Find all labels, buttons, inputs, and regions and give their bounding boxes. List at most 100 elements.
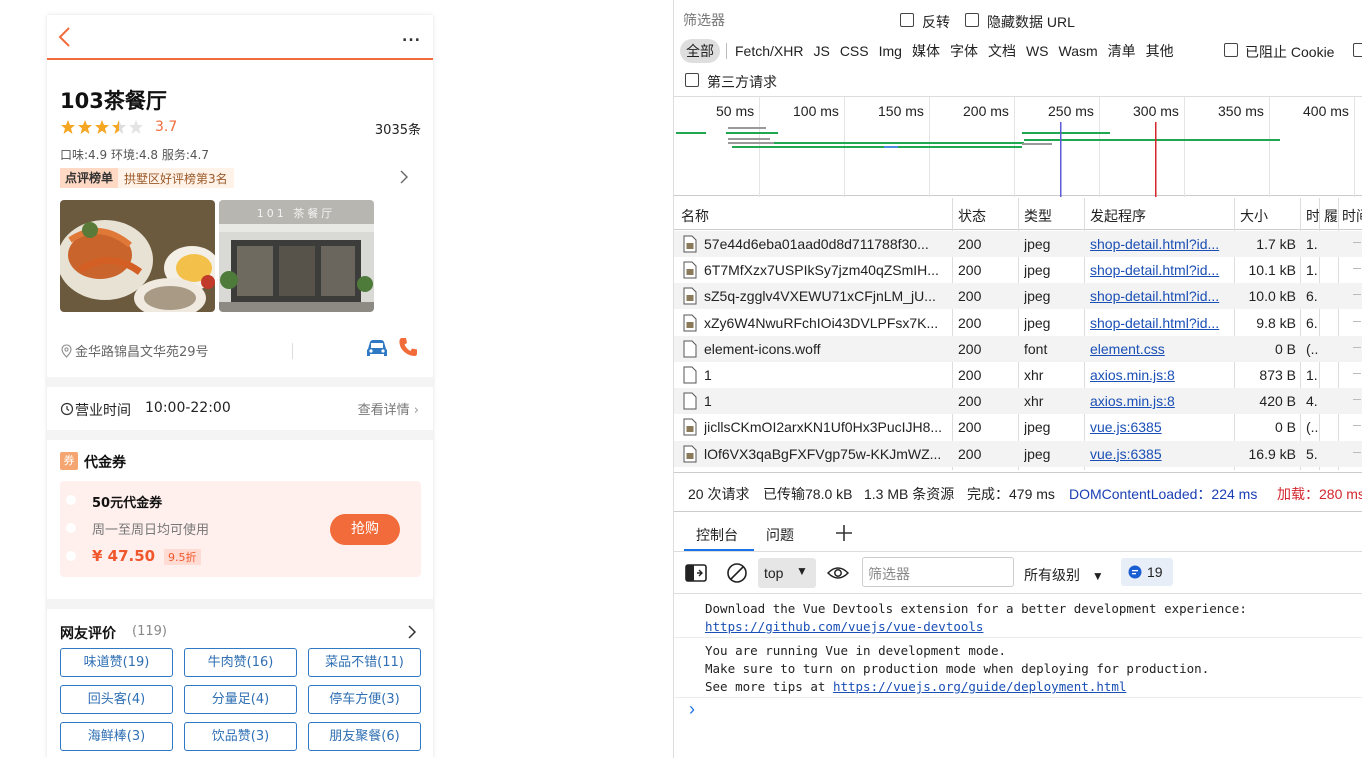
table-row[interactable]: element-icons.woff 200 font element.css 0 B (… [674,335,1362,362]
request-status: 200 [958,288,982,305]
network-filter-input[interactable] [680,9,885,31]
type-filter-css[interactable]: CSS [836,39,873,63]
request-size: 0 B [1274,340,1296,357]
column-header-type[interactable]: 类型 [1024,206,1052,226]
type-filter-wasm[interactable]: Wasm [1055,39,1102,63]
storefront-photo-image: 101 茶餐厅 [219,200,374,312]
console-message-line: See more tips at https://vuejs.org/guide… [674,678,1362,696]
type-filter-img[interactable]: Img [875,39,906,63]
phone-icon[interactable] [397,336,419,358]
column-header-time[interactable]: 时 [1306,206,1320,226]
buy-coupon-button[interactable]: 抢购 [330,514,400,545]
third-party-checkbox[interactable] [685,73,699,87]
review-count: 3035条 [374,123,421,138]
column-header-fulfilled[interactable]: 履 [1324,206,1338,226]
request-initiator[interactable]: shop-detail.html?id... [1090,236,1230,252]
more-menu-button[interactable]: ... [402,29,421,45]
add-tab-plus-icon[interactable] [834,523,854,543]
shop-name: 103茶餐厅 [60,89,167,113]
review-tag[interactable]: 朋友聚餐(6) [308,722,421,751]
review-tag[interactable]: 味道赞(19) [60,648,173,677]
shop-photo-storefront[interactable]: 101 茶餐厅 [219,200,374,312]
type-filter-ws[interactable]: WS [1022,39,1053,63]
console-link[interactable]: https://vuejs.org/guide/deployment.html [833,679,1127,694]
column-header-name[interactable]: 名称 [681,206,709,226]
network-timeline-overview[interactable]: 50 ms 100 ms 150 ms 200 ms 250 ms 300 ms… [674,96,1362,197]
type-filter-media[interactable]: 媒体 [908,39,944,63]
review-tag[interactable]: 回头客(4) [60,685,173,714]
type-filter-font[interactable]: 字体 [946,39,982,63]
tab-console[interactable]: 控制台 [696,525,738,545]
request-initiator[interactable]: axios.min.js:8 [1090,367,1230,383]
table-row[interactable]: 6T7MfXzx7USPIkSy7jzm40qZSmIH... 200 jpeg sh… [674,257,1362,283]
review-tag[interactable]: 牛肉赞(16) [184,648,297,677]
chevron-right-icon[interactable] [407,625,417,639]
rating-stars [60,119,144,135]
sidebar-toggle-icon[interactable] [685,564,707,582]
shop-address[interactable]: 金华路锦昌文华苑29号 [60,341,209,360]
car-icon[interactable] [365,337,389,359]
column-header-size[interactable]: 大小 [1240,206,1268,226]
eye-icon[interactable] [827,563,849,583]
back-arrow-icon[interactable] [55,25,75,49]
type-filter-doc[interactable]: 文档 [984,39,1020,63]
type-filter-manifest[interactable]: 清单 [1104,39,1140,63]
table-row[interactable]: lOf6VX3qaBgFXFVgp75w-KKJmWZ... 200 jpeg vue… [674,440,1362,467]
clear-console-icon[interactable] [726,562,748,584]
column-header-waterfall[interactable]: 时间 [1342,206,1362,226]
image-file-icon [683,314,697,332]
table-row[interactable]: 1 200 xhr axios.min.js:8 420 B 4. [674,388,1362,415]
review-tag[interactable]: 海鲜棒(3) [60,722,173,751]
mobile-shop-page: ... 103茶餐厅 3.7 3035条 口味:4.9 环境:4.8 服务:4.… [47,15,433,758]
hide-data-url-checkbox[interactable] [965,13,979,27]
context-selector[interactable]: top ▼ [758,558,816,588]
request-status: 200 [958,314,982,331]
table-row[interactable]: sZ5q-zgglv4VXEWU71xCFjnLM_jU... 200 jpeg sh… [674,283,1362,310]
waterfall-overview-bars [676,122,1280,197]
request-initiator[interactable]: element.css [1090,341,1230,357]
chevron-right-icon[interactable] [399,170,409,184]
column-header-initiator[interactable]: 发起程序 [1090,206,1146,226]
coupon-card[interactable]: 50元代金券 周一至周日均可使用 ¥ 47.50 9.5折 抢购 [60,481,421,577]
hours-detail-link[interactable]: 查看详情 › [358,399,419,418]
table-row[interactable]: jicllsCKmOI2arxKN1Uf0Hx3PucIJH8... 200 jpe… [674,414,1362,440]
shop-photo-food[interactable] [60,200,215,312]
console-prompt-icon[interactable]: › [689,699,695,720]
log-level-value: 所有级别 [1024,567,1080,583]
review-tag[interactable]: 饮品赞(3) [184,722,297,751]
ranking-banner[interactable]: 点评榜单 拱墅区好评榜第3名 [60,168,234,188]
console-filter-input[interactable]: 筛选器 [862,557,1014,587]
star-icon [61,120,75,134]
hours-label: 营业时间 [75,403,131,419]
log-level-selector[interactable]: 所有级别 ▼ [1024,565,1104,585]
review-tag[interactable]: 停车方便(3) [308,685,421,714]
request-initiator[interactable]: shop-detail.html?id... [1090,288,1230,304]
invert-checkbox[interactable] [900,13,914,27]
request-time: 1. [1306,236,1318,252]
request-status: 200 [958,262,982,279]
console-link[interactable]: https://github.com/vuejs/vue-devtools [705,619,983,634]
review-tag[interactable]: 菜品不错(11) [308,648,421,677]
request-initiator[interactable]: vue.js:6385 [1090,419,1230,435]
column-header-status[interactable]: 状态 [958,206,986,226]
type-filter-all[interactable]: 全部 [680,39,720,63]
request-type: xhr [1024,367,1044,383]
tab-issues[interactable]: 问题 [766,525,794,545]
bullet-dot [66,551,76,561]
request-status: 200 [958,340,982,357]
table-row[interactable]: xZy6W4NwuRFchIOi43DVLPFsx7K... 200 jpeg sho… [674,310,1362,336]
type-filter-js[interactable]: JS [809,39,833,63]
type-filter-fetch-xhr[interactable]: Fetch/XHR [731,39,807,63]
blocked-cookies-checkbox[interactable] [1224,43,1238,57]
blocked-requests-checkbox[interactable] [1353,43,1362,57]
review-tag[interactable]: 分量足(4) [184,685,297,714]
console-message: You are running Vue in development mode.… [674,641,1362,698]
table-row[interactable]: 1 200 xhr axios.min.js:8 873 B 1. [674,362,1362,388]
message-count-badge[interactable]: 19 [1121,558,1173,586]
request-initiator[interactable]: axios.min.js:8 [1090,393,1230,409]
request-initiator[interactable]: vue.js:6385 [1090,446,1230,462]
table-row[interactable]: 57e44d6eba01aad0d8d711788f30... 200 jpeg sh… [674,231,1362,257]
type-filter-other[interactable]: 其他 [1142,39,1178,63]
request-initiator[interactable]: shop-detail.html?id... [1090,262,1230,278]
request-initiator[interactable]: shop-detail.html?id... [1090,315,1230,331]
